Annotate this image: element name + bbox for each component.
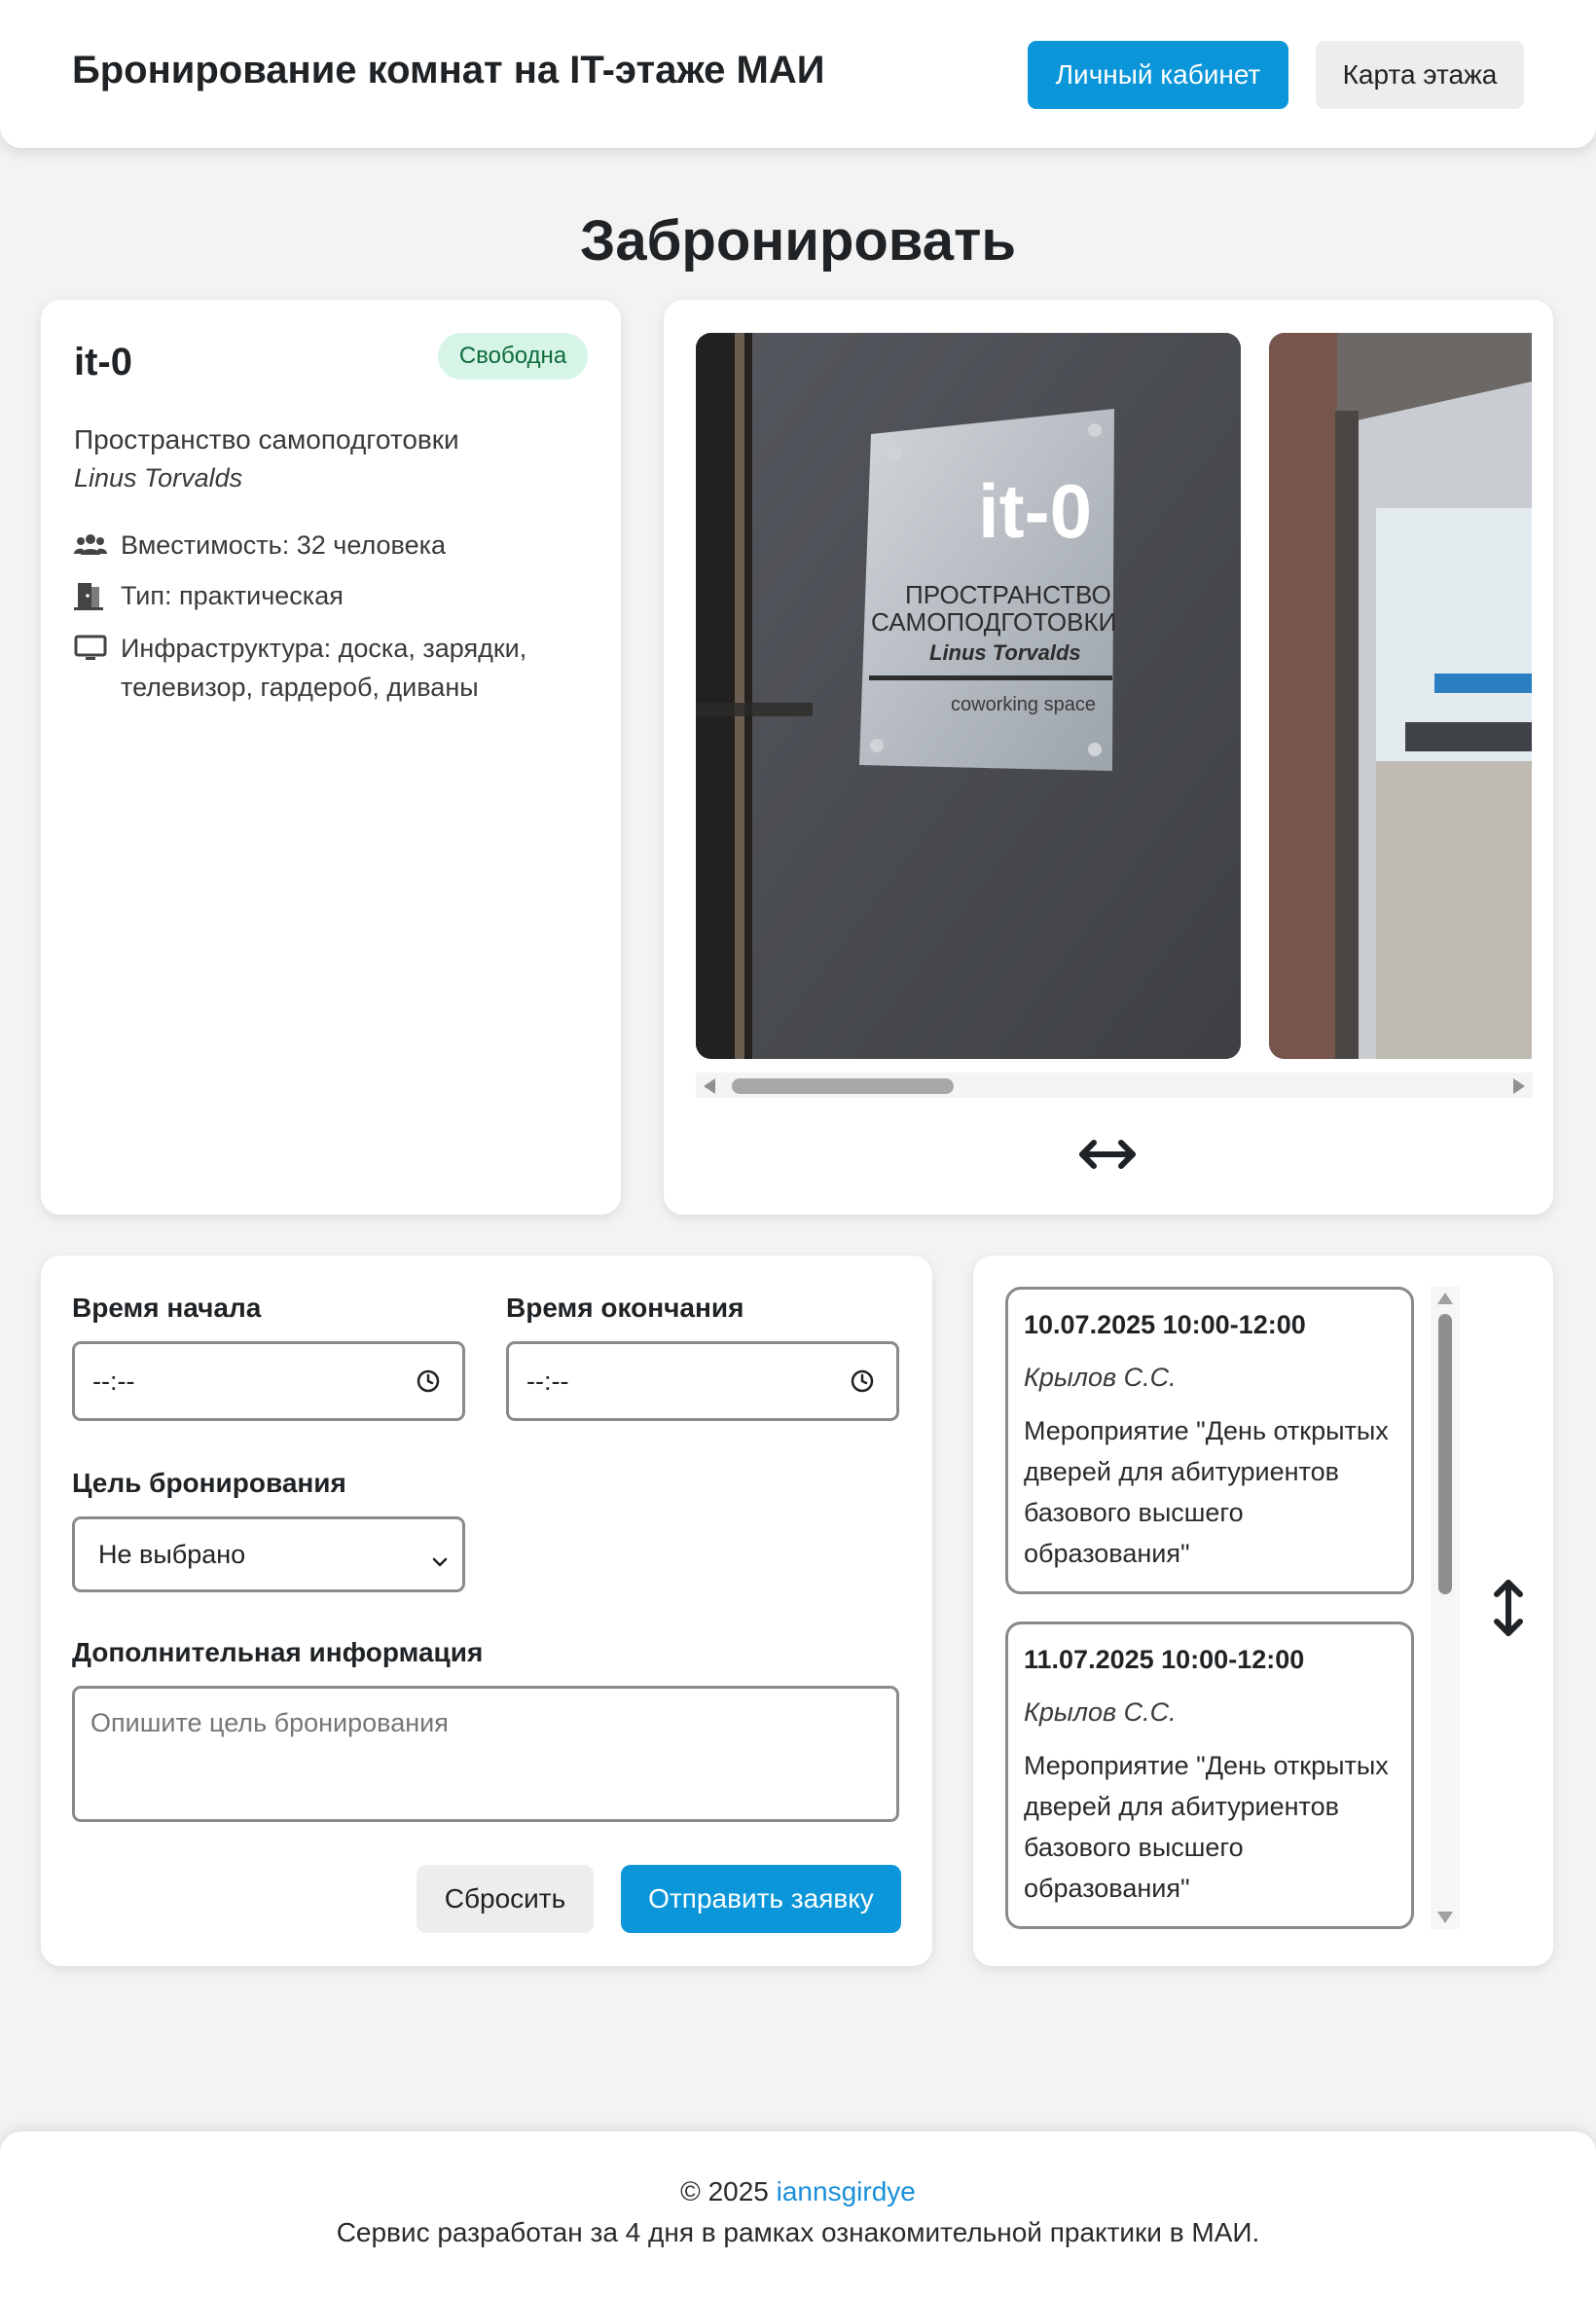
sign-line2: САМОПОДГОТОВКИ <box>871 607 1116 637</box>
footer-note: Сервис разработан за 4 дня в рамках озна… <box>336 2217 1260 2247</box>
room-info-card: it-0 Свободна Пространство самоподготовк… <box>41 300 621 1215</box>
site-header: Бронирование комнат на IT-этаже МАИ Личн… <box>0 0 1596 148</box>
booking-date: 11.07.2025 10:00-12:00 <box>1024 1645 1305 1674</box>
sign-line3: Linus Torvalds <box>929 640 1081 665</box>
horizontal-arrows-icon <box>1076 1133 1139 1176</box>
chevron-down-icon <box>431 1547 449 1577</box>
status-badge: Свободна <box>438 333 588 380</box>
scrollbar-thumb[interactable] <box>1438 1314 1452 1594</box>
booking-description: Мероприятие "День открытых дверей для аб… <box>1024 1416 1389 1568</box>
door-icon <box>74 576 109 615</box>
gallery-card: it-0 ПРОСТРАНСТВО САМОПОДГОТОВКИ Linus T… <box>664 300 1553 1215</box>
booking-item: 11.07.2025 10:00-12:00 Крылов С.С. Мероп… <box>1005 1622 1414 1929</box>
copyright-text: © 2025 <box>680 2176 769 2206</box>
purpose-select[interactable]: Не выбрано <box>72 1516 465 1592</box>
start-time-input[interactable]: --:-- <box>72 1341 465 1421</box>
bookings-list[interactable]: 10.07.2025 10:00-12:00 Крылов С.С. Мероп… <box>1002 1287 1460 1929</box>
type-text: Тип: практическая <box>121 581 344 610</box>
bookings-vertical-scrollbar[interactable] <box>1431 1287 1460 1929</box>
submit-button[interactable]: Отправить заявку <box>621 1865 901 1933</box>
floor-map-button[interactable]: Карта этажа <box>1316 41 1524 109</box>
end-time-input[interactable]: --:-- <box>506 1341 899 1421</box>
start-time-label: Время начала <box>72 1293 262 1323</box>
booking-description: Мероприятие "День открытых дверей для аб… <box>1024 1751 1389 1903</box>
end-time-label: Время окончания <box>506 1293 744 1323</box>
booking-date: 10.07.2025 10:00-12:00 <box>1024 1310 1306 1339</box>
sign-line1: ПРОСТРАНСТВО <box>905 580 1111 609</box>
clock-icon[interactable] <box>850 1368 875 1401</box>
users-icon <box>74 526 109 565</box>
gallery-horizontal-scrollbar[interactable] <box>696 1073 1533 1098</box>
author-link[interactable]: iannsgirdye <box>777 2176 916 2206</box>
start-time-value: --:-- <box>92 1366 135 1396</box>
room-interior-photo[interactable] <box>1269 333 1532 1059</box>
room-person: Linus Torvalds <box>74 463 243 492</box>
page-title: Забронировать <box>579 209 1017 273</box>
bookings-panel: 10.07.2025 10:00-12:00 Крылов С.С. Мероп… <box>973 1256 1553 1966</box>
capacity-row: Вместимость: 32 человека <box>74 526 446 565</box>
sign-big-text: it-0 <box>978 468 1092 554</box>
purpose-label: Цель бронирования <box>72 1468 346 1498</box>
booking-person: Крылов С.С. <box>1024 1363 1177 1392</box>
scroll-up-arrow-icon[interactable] <box>1437 1293 1453 1304</box>
vertical-arrows-icon <box>1489 1577 1528 1639</box>
type-row: Тип: практическая <box>74 576 344 615</box>
sign-line4: coworking space <box>951 694 1096 715</box>
booking-person: Крылов С.С. <box>1024 1697 1177 1727</box>
infrastructure-row: Инфраструктура: доска, зарядки, телевизо… <box>74 629 580 707</box>
infrastructure-text: Инфраструктура: доска, зарядки, телевизо… <box>121 634 527 702</box>
capacity-text: Вместимость: 32 человека <box>121 530 447 560</box>
booking-item: 10.07.2025 10:00-12:00 Крылов С.С. Мероп… <box>1005 1287 1414 1594</box>
site-footer: © 2025 iannsgirdye Сервис разработан за … <box>0 2132 1596 2297</box>
scroll-right-arrow-icon[interactable] <box>1513 1078 1525 1094</box>
scrollbar-thumb[interactable] <box>732 1078 954 1094</box>
site-title: Бронирование комнат на IT-этаже МАИ <box>72 49 825 91</box>
end-time-value: --:-- <box>526 1366 569 1396</box>
booking-form: Время начала --:-- Время окончания --:--… <box>41 1256 932 1966</box>
purpose-selected-value: Не выбрано <box>98 1539 246 1569</box>
monitor-icon <box>74 629 109 668</box>
room-name: it-0 <box>74 341 132 383</box>
extra-info-textarea[interactable]: Опишите цель бронирования <box>72 1686 899 1822</box>
copyright: © 2025 iannsgirdye <box>0 2176 1596 2207</box>
extra-info-label: Дополнительная информация <box>72 1637 484 1667</box>
scroll-down-arrow-icon[interactable] <box>1437 1912 1453 1923</box>
account-button[interactable]: Личный кабинет <box>1028 41 1288 109</box>
scroll-left-arrow-icon[interactable] <box>704 1078 715 1094</box>
clock-icon[interactable] <box>416 1368 441 1401</box>
reset-button[interactable]: Сбросить <box>417 1865 594 1933</box>
room-type-name: Пространство самоподготовки <box>74 424 459 455</box>
room-sign-photo[interactable]: it-0 ПРОСТРАНСТВО САМОПОДГОТОВКИ Linus T… <box>696 333 1241 1059</box>
